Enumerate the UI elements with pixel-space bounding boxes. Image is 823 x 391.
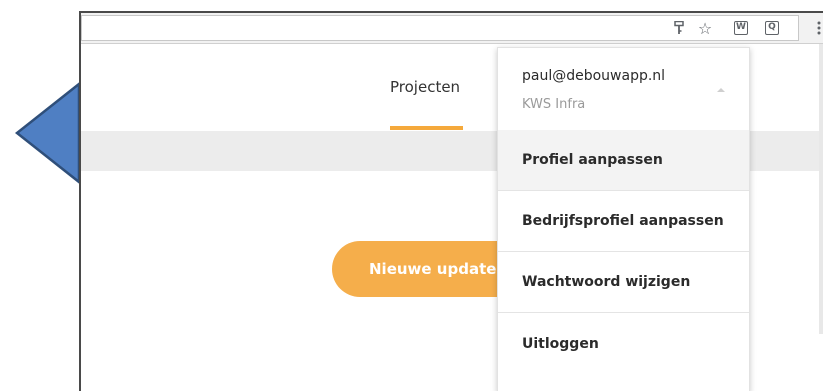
screenshot-stage: ☆ W Q Projecten Nieuwe updates paul@debo… xyxy=(0,0,823,391)
nav-projects-label: Projecten xyxy=(390,78,461,96)
key-icon[interactable] xyxy=(671,18,687,38)
address-bar[interactable] xyxy=(81,15,799,41)
nav-projects-tab[interactable]: Projecten xyxy=(378,44,468,131)
account-header[interactable]: paul@debouwapp.nl KWS Infra xyxy=(498,48,749,131)
browser-toolbar: ☆ W Q xyxy=(81,13,823,44)
menu-item-change-password[interactable]: Wachtwoord wijzigen xyxy=(498,252,749,313)
menu-item-edit-company-profile[interactable]: Bedrijfsprofiel aanpassen xyxy=(498,191,749,252)
account-email: paul@debouwapp.nl xyxy=(522,68,666,84)
account-dropdown: paul@debouwapp.nl KWS Infra Profiel aanp… xyxy=(497,47,750,391)
extension-icon[interactable]: Q xyxy=(763,18,781,38)
extension-icon[interactable]: W xyxy=(732,18,750,38)
scrollbar[interactable] xyxy=(819,44,823,334)
browser-window: ☆ W Q Projecten Nieuwe updates paul@debo… xyxy=(79,11,823,391)
caret-up-icon xyxy=(717,88,725,92)
active-tab-indicator xyxy=(390,126,463,130)
callout-arrow xyxy=(14,81,81,185)
extension-w-glyph: W xyxy=(734,21,748,35)
extension-q-glyph: Q xyxy=(765,21,779,35)
menu-item-edit-profile[interactable]: Profiel aanpassen xyxy=(498,130,749,191)
menu-icon[interactable] xyxy=(814,18,823,38)
menu-item-logout[interactable]: Uitloggen xyxy=(498,313,749,374)
account-company: KWS Infra xyxy=(522,97,586,112)
star-icon[interactable]: ☆ xyxy=(696,18,714,38)
